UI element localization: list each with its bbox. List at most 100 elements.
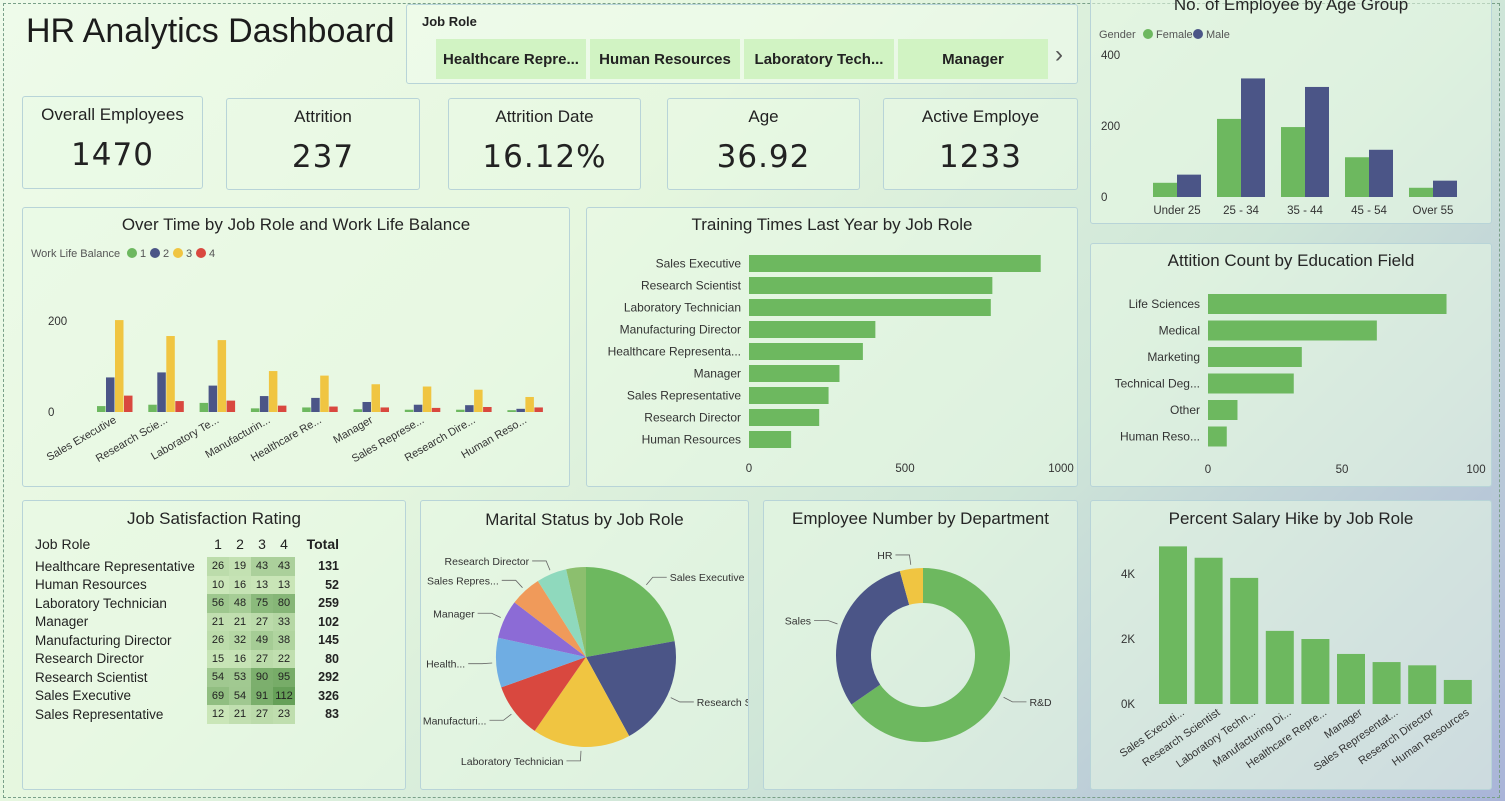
kpi-active-employees: Active Employe 1233: [883, 98, 1078, 190]
table-cell: 26: [207, 557, 229, 576]
leader-line: [895, 554, 912, 565]
slicer-item-human-resources[interactable]: Human Resources: [590, 39, 740, 79]
bar: [217, 340, 227, 412]
bar: [749, 365, 840, 382]
y-tick-label: Healthcare Representa...: [608, 345, 741, 359]
table-cell: 13: [251, 575, 273, 594]
column-header: Total: [306, 536, 339, 552]
bar: [413, 404, 423, 412]
x-tick-label: 45 - 54: [1351, 205, 1387, 217]
table-cell: 27: [251, 649, 273, 668]
table-row: Healthcare Representative 26 19 43 43 131: [33, 557, 339, 576]
slicer-item-laboratory[interactable]: Laboratory Tech...: [744, 39, 894, 79]
table-cell: 15: [207, 649, 229, 668]
kpi-label: Attrition Date: [495, 107, 594, 126]
dashboard-title: HR Analytics Dashboard: [26, 12, 395, 50]
x-tick-label: 0: [746, 463, 752, 475]
row-total: 52: [325, 577, 339, 592]
row-total: 80: [325, 651, 339, 666]
table-row: Research Scientist 54 53 90 95 292: [33, 668, 339, 687]
y-tick-label: 2K: [1121, 634, 1135, 646]
legend-marker: [1193, 29, 1203, 39]
row-total: 83: [325, 707, 339, 722]
age-group-chart-card: No. of Employee by Age Group Gender Femal…: [1090, 0, 1492, 224]
table-cell: 21: [207, 612, 229, 631]
y-tick-label: Research Scientist: [641, 279, 742, 293]
bar: [124, 395, 133, 412]
slicer-label: Job Role: [422, 14, 477, 29]
table-row: Manufacturing Director 26 32 49 38 145: [33, 631, 339, 650]
bar: [1208, 294, 1447, 314]
x-tick-label: 25 - 34: [1223, 205, 1259, 217]
leader-line: [501, 579, 523, 588]
bar: [1159, 546, 1187, 704]
legend-label: 3: [186, 248, 192, 260]
bar: [175, 401, 184, 412]
table-cell: 16: [229, 649, 251, 668]
bar: [749, 343, 863, 360]
bar: [1241, 78, 1265, 197]
chevron-right-icon[interactable]: ›: [1055, 41, 1063, 69]
table-cell: 22: [273, 649, 295, 668]
legend-marker: [127, 248, 137, 258]
table-cell: 23: [273, 705, 295, 724]
department-donut-chart: R&D Sales HR: [785, 550, 1052, 742]
row-total: 145: [318, 633, 339, 648]
table-cell: 16: [229, 575, 251, 594]
row-label: Sales Representative: [35, 706, 164, 722]
bar: [1208, 320, 1377, 341]
table-cell: 13: [273, 575, 295, 594]
table-cell: 48: [229, 594, 251, 613]
age-group-chart: Gender Female Male 0 200 400 Under 25 25 - 34 35…: [1099, 29, 1457, 217]
slicer-item-healthcare[interactable]: Healthcare Repre...: [436, 39, 586, 79]
bar: [208, 385, 218, 412]
table-cell: 80: [273, 594, 295, 613]
bar: [1281, 127, 1305, 197]
leader-line: [670, 697, 694, 703]
table-cell: 32: [229, 631, 251, 650]
table-row: Manager 21 21 27 33 102: [33, 612, 339, 631]
slicer-item-manager[interactable]: Manager: [898, 39, 1048, 79]
bar: [1208, 400, 1238, 420]
kpi-label: Age: [748, 107, 779, 126]
slice: [586, 567, 675, 657]
table-cell: 56: [207, 594, 229, 613]
bar: [1217, 118, 1241, 197]
training-chart-card: Training Times Last Year by Job Role Sal…: [586, 207, 1078, 487]
bar: [277, 405, 287, 412]
x-tick-label: Under 25: [1153, 205, 1200, 217]
y-tick-label: Manufacturing Director: [620, 323, 741, 337]
bar: [320, 375, 329, 412]
x-tick-label: 0: [1205, 464, 1211, 476]
row-label: Laboratory Technician: [35, 595, 167, 611]
x-tick-label: Over 55: [1413, 205, 1454, 217]
kpi-label: Active Employe: [921, 107, 1040, 126]
slice: [836, 571, 910, 705]
bar: [1305, 86, 1329, 197]
bar: [1208, 373, 1294, 394]
x-tick-label: Manager: [331, 414, 375, 446]
bar: [1337, 653, 1365, 704]
y-tick-label: Medical: [1159, 324, 1200, 338]
leader-line: [532, 560, 551, 571]
bar: [106, 377, 115, 412]
row-total: 326: [318, 688, 339, 703]
y-tick-label: Human Reso...: [1120, 430, 1200, 444]
column-header: 1: [214, 536, 222, 552]
x-tick-label: 500: [895, 463, 914, 475]
row-total: 292: [318, 670, 339, 685]
training-chart: Sales Executive Research Scientist Laborat…: [608, 255, 1074, 475]
y-tick-label: 200: [1101, 121, 1120, 133]
table-cell: 53: [229, 668, 251, 687]
bar: [1409, 187, 1433, 197]
leader-line: [566, 750, 582, 762]
legend-label: 2: [163, 248, 169, 260]
row-total: 102: [318, 614, 339, 629]
column-header: 3: [258, 536, 266, 552]
legend-title: Gender: [1099, 29, 1136, 41]
education-chart-card: Attition Count by Education Field Life S…: [1090, 243, 1492, 487]
bar: [1372, 662, 1401, 704]
bar: [749, 409, 820, 426]
slice-label: Manager: [433, 608, 475, 620]
y-tick-label: 4K: [1121, 569, 1135, 581]
